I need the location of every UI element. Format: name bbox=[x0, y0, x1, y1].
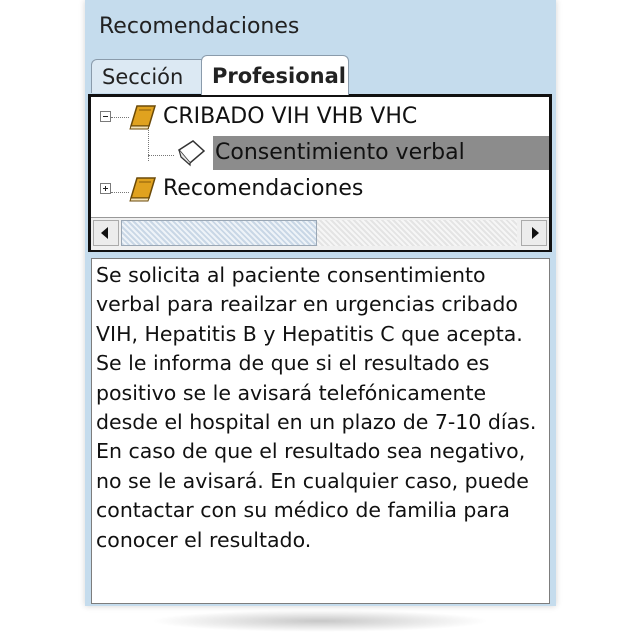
expand-icon[interactable] bbox=[100, 183, 111, 194]
panel-shadow bbox=[150, 610, 490, 632]
tree-item-recomendaciones[interactable]: Recomendaciones bbox=[91, 172, 549, 206]
tree-item-consentimiento[interactable]: Consentimiento verbal bbox=[91, 136, 549, 170]
tree-item-cribado[interactable]: CRIBADO VIH VHB VHC bbox=[91, 100, 549, 134]
tab-strip: Sección Profesional bbox=[85, 55, 556, 95]
tab-seccion-label: Sección bbox=[102, 65, 184, 89]
tab-profesional[interactable]: Profesional bbox=[201, 55, 349, 95]
arrow-right-icon bbox=[532, 227, 539, 239]
description-text: Se solicita al paciente consentimiento v… bbox=[91, 258, 550, 604]
scroll-left-button[interactable] bbox=[93, 220, 119, 246]
tree-item-label: Recomendaciones bbox=[163, 176, 364, 201]
tab-seccion[interactable]: Sección bbox=[91, 59, 209, 93]
panel-title: Recomendaciones bbox=[99, 14, 300, 39]
scroll-track[interactable] bbox=[121, 220, 517, 246]
horizontal-scrollbar[interactable] bbox=[91, 217, 549, 250]
tree-view: CRIBADO VIH VHB VHC Consentimiento verba… bbox=[88, 94, 552, 252]
scroll-right-button[interactable] bbox=[521, 220, 547, 246]
tree-item-label: CRIBADO VIH VHB VHC bbox=[163, 104, 418, 129]
book-icon bbox=[129, 105, 157, 130]
tree-item-label: Consentimiento verbal bbox=[215, 140, 465, 165]
recommendations-panel: Recomendaciones Sección Profesional CRIB… bbox=[85, 0, 556, 606]
scroll-thumb[interactable] bbox=[121, 220, 317, 246]
page-icon bbox=[177, 140, 206, 167]
collapse-icon[interactable] bbox=[100, 111, 111, 122]
tab-profesional-label: Profesional bbox=[212, 64, 346, 88]
book-icon bbox=[129, 177, 157, 202]
arrow-left-icon bbox=[101, 227, 108, 239]
